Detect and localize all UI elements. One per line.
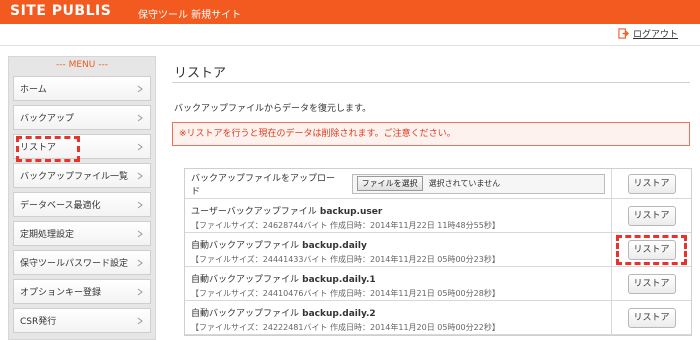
table-row: 自動バックアップファイル backup.daily 【ファイルサイズ：24441… [185, 233, 691, 267]
sidebar-item-csr[interactable]: CSR発行 [13, 308, 151, 333]
backup-info: 自動バックアップファイル backup.daily.2 【ファイルサイズ：242… [185, 301, 612, 334]
table-row: ユーザーバックアップファイル backup.user 【ファイルサイズ：2462… [185, 199, 691, 233]
backup-filename: backup.daily.2 [302, 309, 376, 319]
upload-group: バックアップファイルをアップロード ファイルを選択 選択されていません [191, 173, 605, 197]
menu-title: --- MENU --- [56, 60, 108, 70]
chevron-right-icon [137, 201, 143, 209]
sidebar-item-schedule[interactable]: 定期処理設定 [13, 221, 151, 246]
file-status: 選択されていません [428, 179, 501, 188]
restore-cell: リストア [612, 233, 691, 266]
backup-meta: 【ファイルサイズ：24628744バイト 作成日時：2014年11月22日 11… [191, 221, 500, 230]
backup-meta: 【ファイルサイズ：24410476バイト 作成日時：2014年11月21日 05… [191, 289, 500, 298]
sidebar-item-db-optimize[interactable]: データベース最適化 [13, 192, 151, 217]
restore-button[interactable]: リストア [627, 273, 676, 294]
backup-filename: backup.daily [302, 241, 367, 251]
backup-name-line: 自動バックアップファイル backup.daily [191, 238, 605, 251]
chevron-right-icon [137, 85, 143, 93]
sidebar-item-label: リストア [20, 143, 57, 153]
backup-table: バックアップファイルをアップロード ファイルを選択 選択されていません リストア… [184, 168, 692, 336]
restore-button[interactable]: リストア [627, 205, 676, 226]
app-subtitle: 保守ツール 新規サイト [138, 10, 242, 21]
restore-cell: リストア [612, 267, 691, 300]
backup-name-line: 自動バックアップファイル backup.daily.1 [191, 272, 605, 285]
upload-cell: バックアップファイルをアップロード ファイルを選択 選択されていません [185, 169, 612, 198]
restore-button[interactable]: リストア [627, 239, 676, 260]
file-input[interactable]: ファイルを選択 選択されていません [351, 173, 605, 194]
backup-name-line: 自動バックアップファイル backup.daily.2 [191, 306, 605, 319]
main-content: リストア バックアップファイルからデータを復元します。 ※リストアを行うと現在の… [172, 56, 692, 336]
restore-cell: リストア [612, 169, 691, 198]
page-description: バックアップファイルからデータを復元します。 [174, 104, 372, 114]
sidebar-item-label: バックアップ [20, 114, 75, 124]
sidebar-item-label: データベース最適化 [20, 201, 101, 211]
brand-logo: SITE PUBLIS [10, 3, 112, 19]
app-header: SITE PUBLIS 保守ツール 新規サイト [0, 0, 700, 24]
logout-label: ログアウト [632, 30, 678, 40]
backup-info: ユーザーバックアップファイル backup.user 【ファイルサイズ：2462… [185, 199, 612, 232]
backup-meta: 【ファイルサイズ：24441433バイト 作成日時：2014年11月22日 05… [191, 255, 500, 264]
table-row: 自動バックアップファイル backup.daily.2 【ファイルサイズ：242… [185, 301, 691, 335]
backup-type: ユーザーバックアップファイル [191, 207, 317, 217]
restore-button[interactable]: リストア [627, 307, 676, 328]
sidebar-item-label: バックアップファイル一覧 [20, 172, 129, 182]
sidebar-item-label: オプションキー登録 [20, 288, 102, 298]
sidebar-item-restore[interactable]: リストア [13, 134, 151, 162]
chevron-right-icon [137, 143, 143, 151]
sidebar-item-label: ホーム [20, 85, 47, 95]
upload-label: バックアップファイルをアップロード [191, 173, 336, 197]
backup-type: 自動バックアップファイル [191, 309, 300, 319]
sidebar-item-password[interactable]: 保守ツールパスワード設定 [13, 250, 151, 275]
logout-icon [618, 28, 629, 39]
backup-filename: backup.daily.1 [302, 275, 376, 285]
sidebar-item-home[interactable]: ホーム [13, 76, 151, 101]
sidebar-item-label: 保守ツールパスワード設定 [20, 259, 129, 269]
backup-meta: 【ファイルサイズ：24222481バイト 作成日時：2014年11月20日 05… [191, 323, 500, 332]
chevron-right-icon [137, 259, 143, 267]
chevron-right-icon [137, 172, 143, 180]
warning-message: ※リストアを行うと現在のデータは削除されます。ご注意ください。 [172, 122, 690, 146]
chevron-right-icon [137, 114, 143, 122]
sidebar-item-backup[interactable]: バックアップ [13, 105, 151, 130]
header-divider [0, 45, 700, 46]
backup-filename: backup.user [319, 207, 383, 217]
chevron-right-icon [137, 317, 143, 325]
backup-name-line: ユーザーバックアップファイル backup.user [191, 204, 605, 217]
backup-type: 自動バックアップファイル [191, 275, 300, 285]
backup-type: 自動バックアップファイル [191, 241, 300, 251]
chevron-right-icon [137, 288, 143, 296]
backup-info: 自動バックアップファイル backup.daily.1 【ファイルサイズ：244… [185, 267, 612, 300]
restore-cell: リストア [612, 199, 691, 232]
sidebar-menu: --- MENU --- ホーム バックアップ リストア バックアップファイル一… [8, 56, 156, 340]
sidebar-item-option-key[interactable]: オプションキー登録 [13, 279, 151, 304]
restore-upload-button[interactable]: リストア [627, 173, 676, 194]
chevron-right-icon [137, 230, 143, 238]
logout-link[interactable]: ログアウト [618, 27, 678, 40]
title-divider [172, 82, 690, 83]
choose-file-button[interactable]: ファイルを選択 [356, 176, 423, 191]
sidebar-item-label: CSR発行 [20, 317, 57, 327]
sidebar-item-backup-list[interactable]: バックアップファイル一覧 [13, 163, 151, 188]
backup-info: 自動バックアップファイル backup.daily 【ファイルサイズ：24441… [185, 233, 612, 266]
restore-cell: リストア [612, 301, 691, 334]
table-row: 自動バックアップファイル backup.daily.1 【ファイルサイズ：244… [185, 267, 691, 301]
upload-row: バックアップファイルをアップロード ファイルを選択 選択されていません リストア [185, 169, 691, 199]
sidebar-item-label: 定期処理設定 [20, 230, 75, 240]
page-title: リストア [174, 66, 227, 81]
